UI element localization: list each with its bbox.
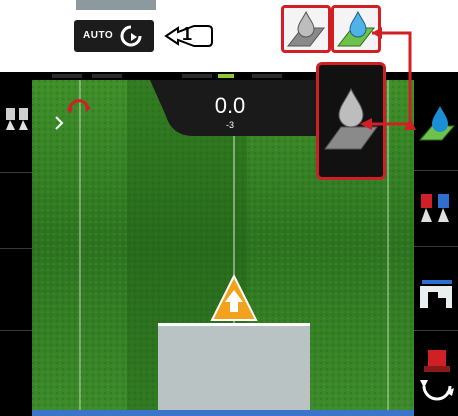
connector-arrows xyxy=(360,27,416,130)
guidance-status-bar xyxy=(32,410,414,416)
